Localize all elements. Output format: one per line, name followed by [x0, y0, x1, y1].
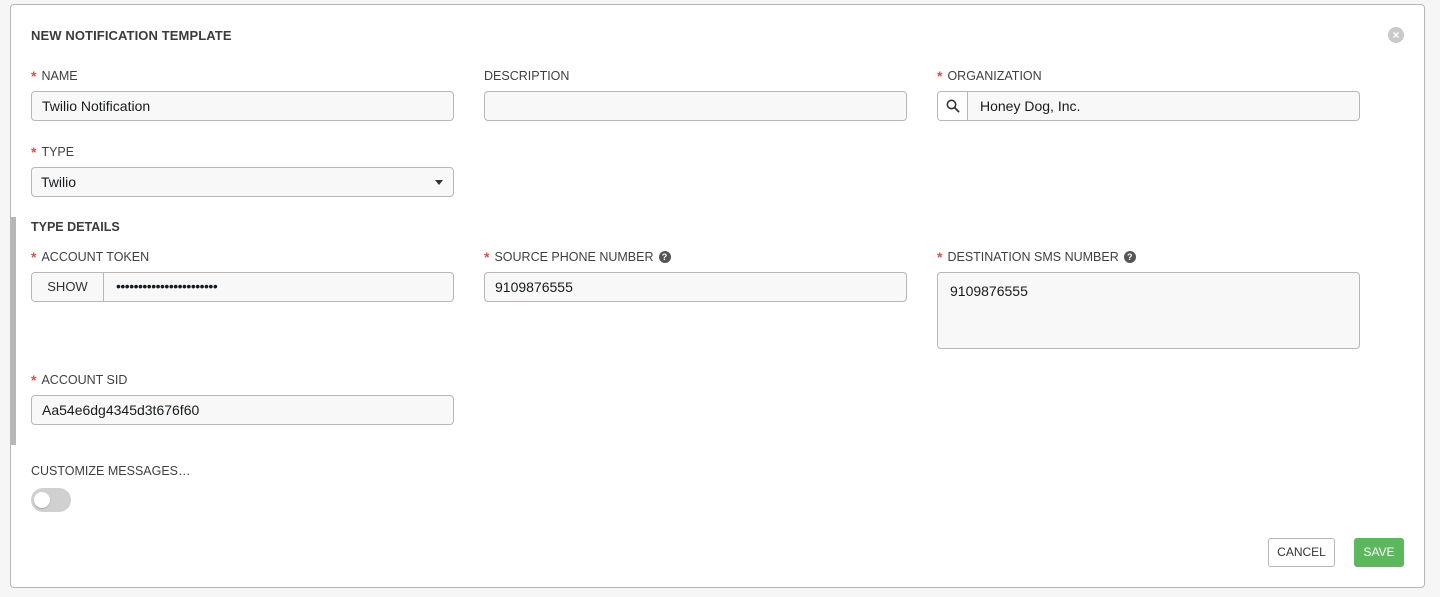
- organization-input[interactable]: Honey Dog, Inc.: [968, 92, 1359, 120]
- account-token-label: * ACCOUNT TOKEN: [31, 250, 149, 264]
- required-marker: *: [31, 68, 37, 84]
- account-token-label-text: ACCOUNT TOKEN: [41, 250, 150, 264]
- destination-sms-label: * DESTINATION SMS NUMBER ?: [937, 250, 1136, 264]
- account-sid-input[interactable]: Aa54e6dg4345d3t676f60: [31, 395, 454, 425]
- description-label-text: DESCRIPTION: [484, 69, 570, 83]
- source-phone-input[interactable]: 9109876555: [484, 272, 907, 302]
- account-token-field: SHOW •••••••••••••••••••••••: [31, 272, 454, 302]
- page-title: NEW NOTIFICATION TEMPLATE: [31, 28, 232, 43]
- organization-label-text: ORGANIZATION: [947, 69, 1042, 83]
- source-phone-label: * SOURCE PHONE NUMBER ?: [484, 250, 671, 264]
- account-token-input[interactable]: •••••••••••••••••••••••: [104, 273, 453, 301]
- organization-label: * ORGANIZATION: [937, 69, 1042, 83]
- question-circle-icon[interactable]: ?: [1123, 251, 1136, 263]
- notification-template-panel: NEW NOTIFICATION TEMPLATE × * NAME Twili…: [10, 4, 1425, 588]
- description-label: DESCRIPTION: [484, 69, 569, 83]
- caret-down-icon: [435, 180, 443, 185]
- account-sid-label: * ACCOUNT SID: [31, 373, 127, 387]
- required-marker: *: [31, 249, 37, 265]
- type-select[interactable]: Twilio: [31, 167, 454, 197]
- name-input[interactable]: Twilio Notification: [31, 91, 454, 121]
- type-details-section-bar: [11, 217, 16, 445]
- required-marker: *: [31, 144, 37, 160]
- customize-messages-toggle[interactable]: [31, 488, 71, 512]
- name-label: * NAME: [31, 69, 78, 83]
- source-phone-label-text: SOURCE PHONE NUMBER: [494, 250, 654, 264]
- required-marker: *: [31, 372, 37, 388]
- customize-messages-label: CUSTOMIZE MESSAGES…: [31, 464, 191, 478]
- description-input[interactable]: [484, 91, 907, 121]
- type-select-value: Twilio: [41, 174, 77, 190]
- save-button[interactable]: SAVE: [1354, 538, 1404, 567]
- required-marker: *: [937, 68, 943, 84]
- toggle-knob: [34, 492, 50, 508]
- destination-sms-label-text: DESTINATION SMS NUMBER: [947, 250, 1119, 264]
- show-token-button[interactable]: SHOW: [32, 273, 104, 301]
- cancel-button[interactable]: CANCEL: [1268, 538, 1335, 567]
- organization-lookup: Honey Dog, Inc.: [937, 91, 1360, 121]
- close-icon[interactable]: ×: [1388, 27, 1404, 43]
- type-label: * TYPE: [31, 145, 74, 159]
- required-marker: *: [484, 249, 490, 265]
- search-icon[interactable]: [938, 92, 968, 120]
- question-circle-icon[interactable]: ?: [658, 251, 671, 263]
- type-label-text: TYPE: [41, 145, 75, 159]
- required-marker: *: [937, 249, 943, 265]
- destination-sms-textarea[interactable]: 9109876555: [937, 272, 1360, 349]
- name-label-text: NAME: [41, 69, 78, 83]
- type-details-title: TYPE DETAILS: [31, 220, 120, 234]
- customize-messages-label-text: CUSTOMIZE MESSAGES…: [31, 464, 191, 478]
- account-sid-label-text: ACCOUNT SID: [41, 373, 128, 387]
